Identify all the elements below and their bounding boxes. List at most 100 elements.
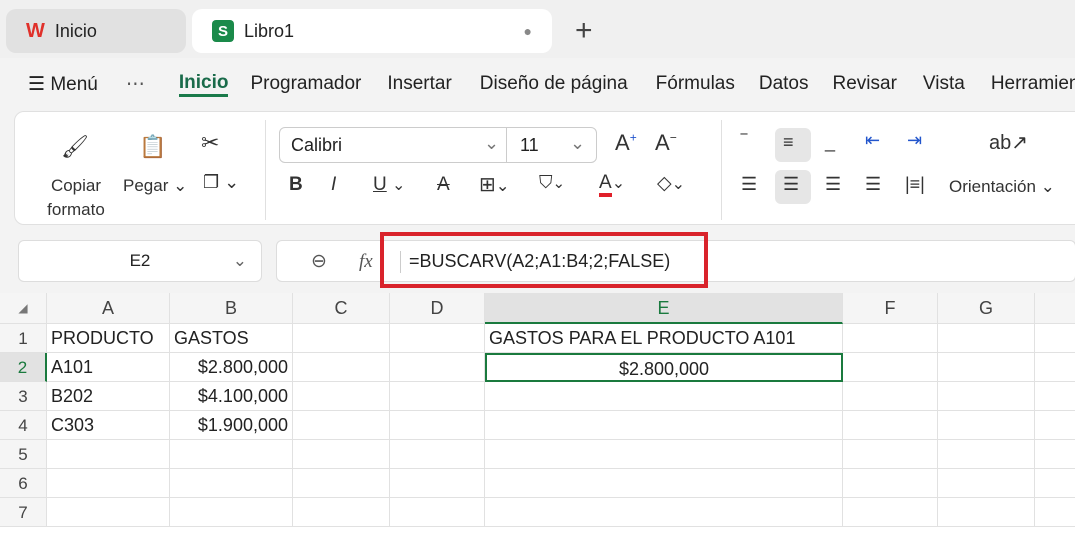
increase-indent-icon[interactable]: ⇥ bbox=[907, 130, 922, 151]
cell-h4[interactable] bbox=[1035, 411, 1075, 440]
align-top-icon[interactable]: ‾ bbox=[741, 132, 747, 153]
cell-h1[interactable] bbox=[1035, 324, 1075, 353]
cell-a6[interactable] bbox=[47, 469, 170, 498]
cut-icon[interactable]: ✂ bbox=[201, 130, 219, 156]
cell-h7[interactable] bbox=[1035, 498, 1075, 527]
align-left-icon[interactable]: ☰ bbox=[741, 174, 757, 195]
row-header-6[interactable]: 6 bbox=[0, 469, 47, 498]
font-select[interactable]: Calibri ⌄ 11 ⌄ bbox=[279, 127, 597, 163]
column-header-e[interactable]: E bbox=[485, 293, 843, 324]
menu-tab-herramientas[interactable]: Herramientas bbox=[991, 73, 1075, 95]
align-right-icon[interactable]: ☰ bbox=[825, 174, 841, 195]
align-bottom-icon[interactable]: _ bbox=[825, 132, 835, 153]
cell-a2[interactable]: A101 bbox=[47, 353, 170, 382]
column-header-d[interactable]: D bbox=[390, 293, 485, 324]
more-button[interactable]: ⋯ bbox=[126, 73, 145, 96]
cell-d4[interactable] bbox=[390, 411, 485, 440]
copy-icon[interactable]: ❐ ⌄ bbox=[203, 172, 239, 193]
font-color-icon[interactable]: A⌄ bbox=[599, 172, 625, 197]
cell-b3[interactable]: $4.100,000 bbox=[170, 382, 293, 411]
cell-g2[interactable] bbox=[938, 353, 1035, 382]
name-box[interactable]: E2 ⌄ bbox=[18, 240, 262, 282]
fill-color-icon[interactable]: ⛉⌄ bbox=[539, 172, 565, 193]
cell-e1[interactable]: GASTOS PARA EL PRODUCTO A101 bbox=[485, 324, 843, 353]
cell-f5[interactable] bbox=[843, 440, 938, 469]
cell-b4[interactable]: $1.900,000 bbox=[170, 411, 293, 440]
cell-a4[interactable]: C303 bbox=[47, 411, 170, 440]
underline-icon[interactable]: U ⌄ bbox=[373, 174, 405, 196]
row-header-3[interactable]: 3 bbox=[0, 382, 47, 411]
column-header-g[interactable]: G bbox=[938, 293, 1035, 324]
row-header-7[interactable]: 7 bbox=[0, 498, 47, 527]
cell-e4[interactable] bbox=[485, 411, 843, 440]
cell-h6[interactable] bbox=[1035, 469, 1075, 498]
cell-a7[interactable] bbox=[47, 498, 170, 527]
cell-g3[interactable] bbox=[938, 382, 1035, 411]
tab-libro1[interactable]: S Libro1 ● bbox=[192, 9, 552, 53]
cell-g6[interactable] bbox=[938, 469, 1035, 498]
row-header-4[interactable]: 4 bbox=[0, 411, 47, 440]
row-header-2[interactable]: 2 bbox=[0, 353, 47, 382]
cell-d6[interactable] bbox=[390, 469, 485, 498]
menu-tab-programador[interactable]: Programador bbox=[250, 73, 361, 95]
cell-c2[interactable] bbox=[293, 353, 390, 382]
cell-g4[interactable] bbox=[938, 411, 1035, 440]
select-all-corner[interactable]: ◢ bbox=[0, 293, 47, 324]
menu-tab-datos[interactable]: Datos bbox=[759, 73, 809, 95]
cell-d1[interactable] bbox=[390, 324, 485, 353]
cell-b5[interactable] bbox=[170, 440, 293, 469]
cell-c6[interactable] bbox=[293, 469, 390, 498]
bold-icon[interactable]: B bbox=[289, 174, 303, 196]
cell-e7[interactable] bbox=[485, 498, 843, 527]
orientation-button[interactable]: Orientación ⌄ bbox=[949, 175, 1055, 199]
italic-icon[interactable]: I bbox=[331, 174, 336, 196]
cell-a1[interactable]: PRODUCTO bbox=[47, 324, 170, 353]
menu-tab-diseno[interactable]: Diseño de página bbox=[480, 73, 628, 95]
cell-g7[interactable] bbox=[938, 498, 1035, 527]
align-middle-icon[interactable]: ≡ bbox=[783, 132, 794, 153]
cell-d2[interactable] bbox=[390, 353, 485, 382]
cell-f6[interactable] bbox=[843, 469, 938, 498]
cell-f3[interactable] bbox=[843, 382, 938, 411]
increase-font-icon[interactable]: A+ bbox=[615, 130, 637, 156]
cell-c5[interactable] bbox=[293, 440, 390, 469]
column-header-a[interactable]: A bbox=[47, 293, 170, 324]
strikethrough-icon[interactable]: A bbox=[437, 174, 450, 196]
cell-f1[interactable] bbox=[843, 324, 938, 353]
cell-d7[interactable] bbox=[390, 498, 485, 527]
cell-e2[interactable]: $2.800,000 bbox=[485, 353, 843, 382]
menu-button[interactable]: ☰ Menú bbox=[28, 73, 98, 96]
cell-h5[interactable] bbox=[1035, 440, 1075, 469]
column-header-b[interactable]: B bbox=[170, 293, 293, 324]
fx-icon[interactable]: fx bbox=[359, 251, 373, 273]
menu-tab-inicio[interactable]: Inicio bbox=[178, 72, 229, 97]
new-tab-button[interactable]: + bbox=[575, 14, 593, 48]
paste-icon[interactable]: 📋 bbox=[139, 134, 166, 160]
cell-d5[interactable] bbox=[390, 440, 485, 469]
column-header-f[interactable]: F bbox=[843, 293, 938, 324]
align-center-icon[interactable]: ☰ bbox=[783, 174, 799, 195]
justify-icon[interactable]: ☰ bbox=[865, 174, 881, 195]
cell-g5[interactable] bbox=[938, 440, 1035, 469]
cell-e6[interactable] bbox=[485, 469, 843, 498]
menu-tab-formulas[interactable]: Fórmulas bbox=[656, 73, 735, 95]
cell-f2[interactable] bbox=[843, 353, 938, 382]
cell-c1[interactable] bbox=[293, 324, 390, 353]
decrease-font-icon[interactable]: A− bbox=[655, 130, 677, 156]
cell-a5[interactable] bbox=[47, 440, 170, 469]
cell-h2[interactable] bbox=[1035, 353, 1075, 382]
menu-tab-insertar[interactable]: Insertar bbox=[387, 73, 451, 95]
cell-f7[interactable] bbox=[843, 498, 938, 527]
cell-e5[interactable] bbox=[485, 440, 843, 469]
cell-b7[interactable] bbox=[170, 498, 293, 527]
menu-tab-revisar[interactable]: Revisar bbox=[833, 73, 897, 95]
borders-icon[interactable]: ⊞⌄ bbox=[479, 172, 510, 197]
decrease-indent-icon[interactable]: ⇤ bbox=[865, 130, 880, 151]
format-painter-icon[interactable]: 🖌 bbox=[61, 134, 89, 160]
cell-d3[interactable] bbox=[390, 382, 485, 411]
cell-b2[interactable]: $2.800,000 bbox=[170, 353, 293, 382]
copy-format-button[interactable]: Copiar formato bbox=[37, 174, 115, 222]
row-header-5[interactable]: 5 bbox=[0, 440, 47, 469]
column-header-c[interactable]: C bbox=[293, 293, 390, 324]
orientation-icon[interactable]: ab↗ bbox=[989, 130, 1028, 155]
